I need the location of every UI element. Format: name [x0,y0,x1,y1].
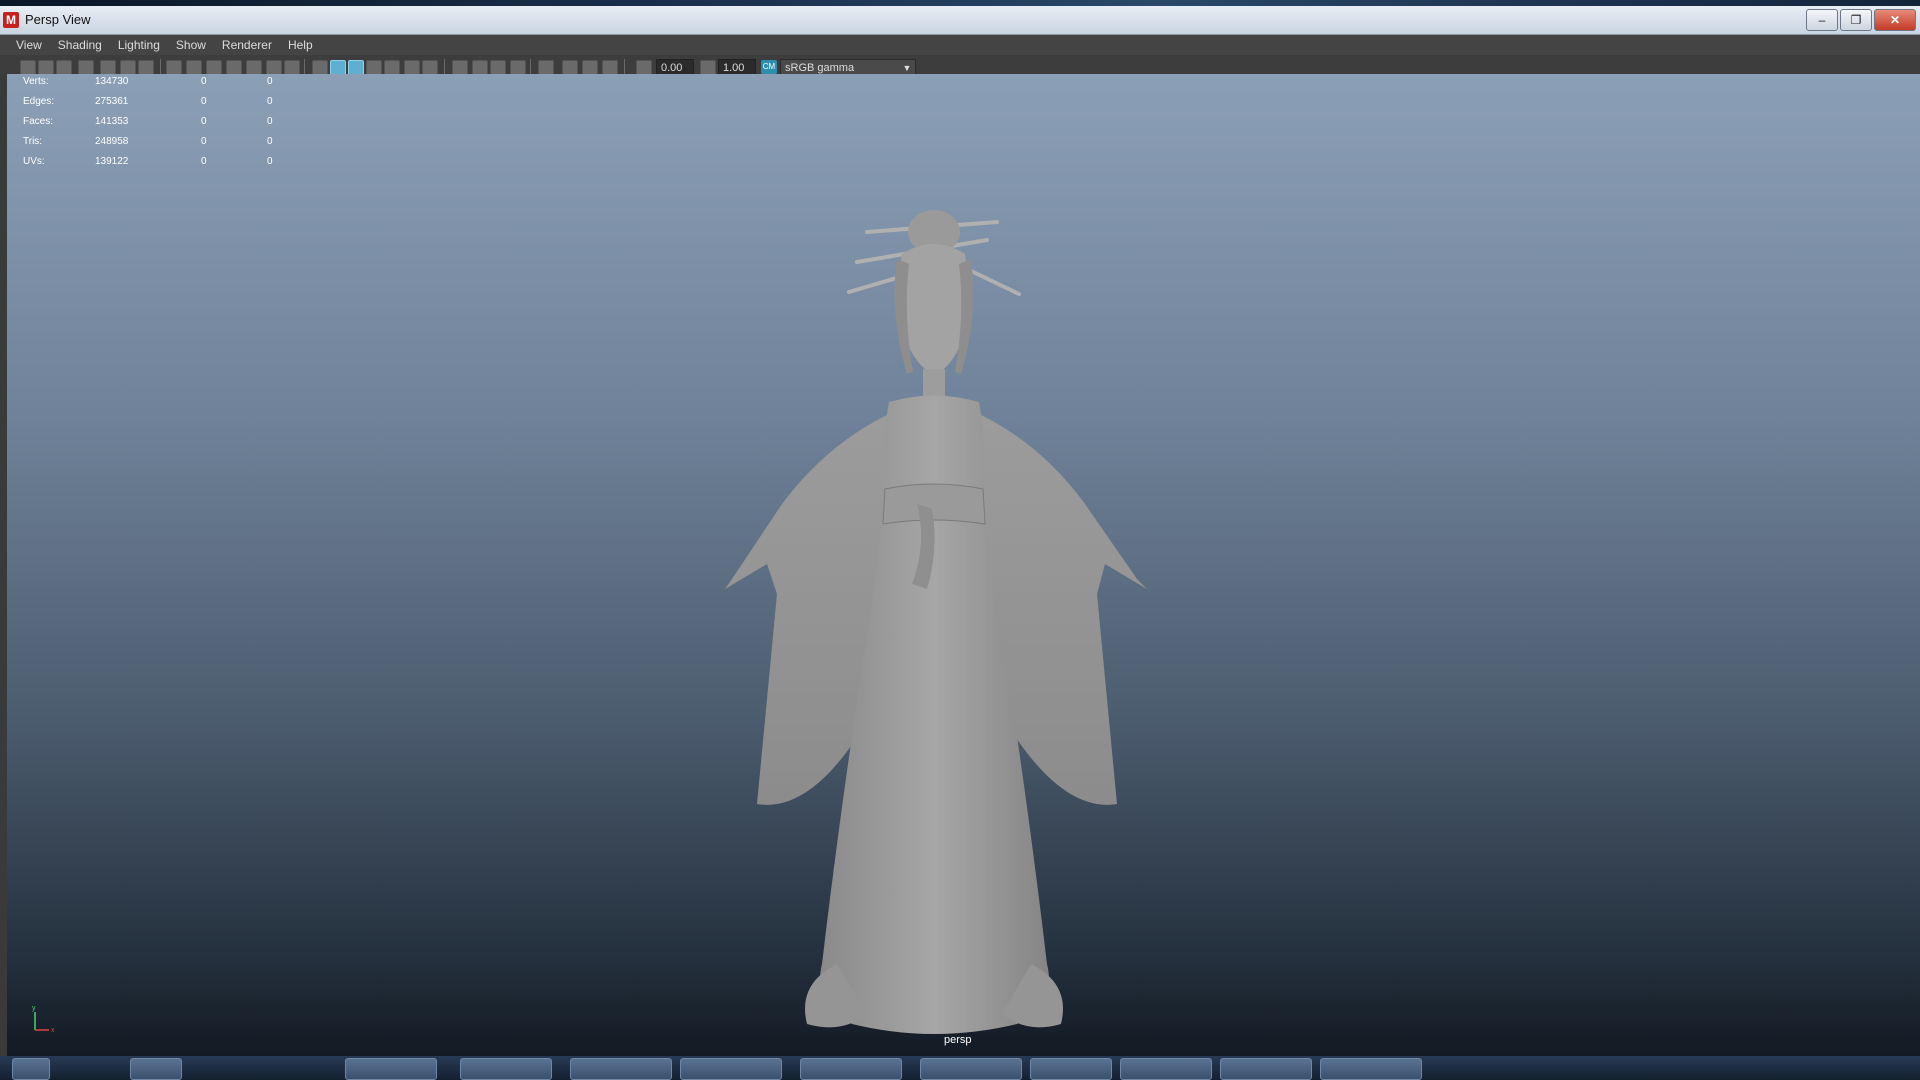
panel-left-edge [0,74,7,1056]
hud-total: 134730 [95,76,129,87]
exposure-field[interactable]: 0.00 [656,59,694,75]
hud-component: 0 [267,156,273,167]
menu-view[interactable]: View [16,38,42,52]
gamma-field[interactable]: 1.00 [718,59,756,75]
hud-total: 248958 [95,136,129,147]
menu-renderer[interactable]: Renderer [222,38,272,52]
os-taskbar [0,1056,1920,1080]
taskbar-app[interactable] [1320,1058,1422,1080]
close-button[interactable]: ✕ [1874,9,1916,31]
camera-name-label: persp [944,1034,972,1046]
hud-component: 0 [267,136,273,147]
menu-help[interactable]: Help [288,38,313,52]
toolbar-separator [160,59,161,75]
hud-selected: 0 [201,116,207,127]
taskbar-app[interactable] [1030,1058,1112,1080]
taskbar-app[interactable] [345,1058,437,1080]
hud-selected: 0 [201,96,207,107]
hud-component: 0 [267,96,273,107]
hud-total: 275361 [95,96,129,107]
axis-x-label: x [51,1027,55,1034]
hud-label: Edges: [23,96,55,107]
minimize-button[interactable]: – [1806,9,1838,31]
toolbar-separator [530,59,531,75]
panel-menu-bar: View Shading Lighting Show Renderer Help [0,35,1920,55]
taskbar-app[interactable] [460,1058,552,1080]
hud-selected: 0 [201,76,207,87]
maximize-button[interactable]: ❐ [1840,9,1872,31]
toolbar-separator [624,59,625,75]
perspective-viewport[interactable]: Verts: 134730 0 0 Edges: 275361 0 0 Face… [7,74,1920,1056]
hud-total: 141353 [95,116,129,127]
hud-label: Tris: [23,136,43,147]
start-button[interactable] [12,1058,50,1080]
view-transform-select[interactable]: sRGB gamma ▼ [780,59,916,75]
sash [882,483,986,525]
view-transform-value: sRGB gamma [785,62,855,74]
window-title: Persp View [25,12,91,27]
taskbar-app[interactable] [570,1058,672,1080]
taskbar-app[interactable] [920,1058,1022,1080]
toolbar-separator [304,59,305,75]
taskbar-app[interactable] [1220,1058,1312,1080]
chevron-down-icon[interactable]: ▼ [899,60,915,74]
hud-component: 0 [267,116,273,127]
menu-lighting[interactable]: Lighting [118,38,160,52]
hud-label: Verts: [23,76,49,87]
character-model[interactable] [627,144,1247,1044]
menu-shading[interactable]: Shading [58,38,102,52]
maya-app-icon[interactable]: M [3,12,19,28]
neck [923,369,945,399]
hud-selected: 0 [201,156,207,167]
title-bar[interactable]: M Persp View – ❐ ✕ [0,6,1920,35]
view-axis-indicator: y x [32,1005,55,1034]
hud-component: 0 [267,76,273,87]
toolbar-separator [444,59,445,75]
menu-show[interactable]: Show [176,38,206,52]
axis-y-label: y [32,1005,36,1012]
hud-label: UVs: [23,156,45,167]
taskbar-app[interactable] [130,1058,182,1080]
color-management-icon[interactable]: CM [761,60,777,74]
hud-label: Faces: [23,116,54,127]
window-controls: – ❐ ✕ [1806,9,1916,31]
hud-total: 139122 [95,156,129,167]
taskbar-app[interactable] [800,1058,902,1080]
taskbar-app[interactable] [1120,1058,1212,1080]
taskbar-app[interactable] [680,1058,782,1080]
hud-selected: 0 [201,136,207,147]
